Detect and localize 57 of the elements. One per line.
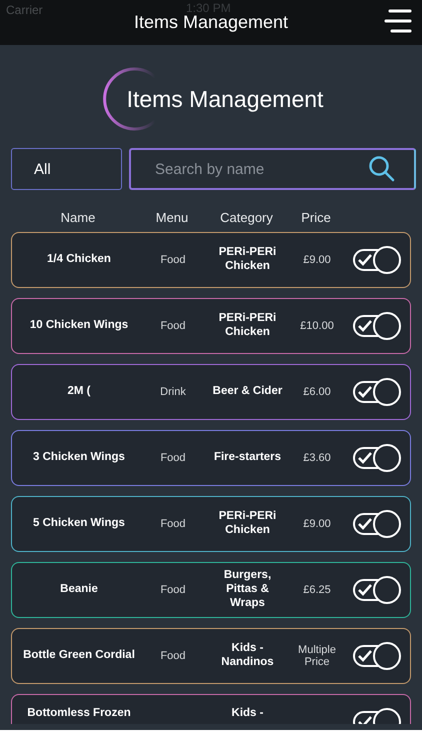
item-price: £6.25 — [302, 584, 332, 596]
toggle-switch[interactable] — [352, 641, 402, 671]
toggle-switch[interactable] — [352, 245, 402, 275]
item-menu: Drink — [146, 386, 200, 398]
item-name: 10 Chicken Wings — [28, 319, 130, 333]
item-category: Fire-starters — [212, 451, 282, 465]
item-price: £3.60 — [302, 452, 332, 464]
search-input[interactable]: Search by name — [153, 160, 368, 178]
column-header: Category — [219, 210, 274, 225]
page-title: Items Management — [126, 86, 324, 112]
item-menu: Food — [146, 320, 200, 332]
column-header: Price — [300, 210, 332, 225]
item-name: Bottle Green Cordial — [22, 649, 136, 663]
item-menu: Food — [146, 518, 200, 530]
item-name: Beanie — [59, 583, 99, 597]
item-row[interactable]: Bottomless Frozen Kids - — [11, 694, 411, 724]
toggle-switch[interactable] — [352, 311, 402, 341]
item-row[interactable]: 3 Chicken Wings Food Fire-starters £3.60 — [11, 430, 411, 486]
item-menu: Food — [146, 254, 200, 266]
item-name: 5 Chicken Wings — [32, 517, 126, 531]
search-icon[interactable] — [368, 155, 396, 183]
item-name: 1/4 Chicken — [46, 253, 112, 267]
item-name: 2M ( — [66, 385, 92, 399]
column-header: Name — [60, 210, 96, 225]
item-category: PERi-PERi Chicken — [218, 510, 278, 538]
toggle-switch[interactable] — [352, 377, 402, 407]
item-price: £10.00 — [299, 320, 335, 332]
item-price: £6.00 — [302, 386, 332, 398]
carrier-label: Carrier — [6, 3, 43, 17]
item-category: Burgers, Pittas & Wraps — [222, 569, 272, 611]
toggle-switch[interactable] — [352, 509, 402, 539]
search-field[interactable]: Search by name — [129, 148, 416, 190]
item-row[interactable]: Bottle Green Cordial Food Kids - Nandinos Multiple Price — [11, 628, 411, 684]
item-row[interactable]: Beanie Food Burgers, Pittas & Wraps £6.25 — [11, 562, 411, 618]
item-category: Beer & Cider — [212, 385, 284, 399]
column-header: Menu — [154, 210, 190, 225]
item-name: 3 Chicken Wings — [32, 451, 126, 465]
item-category: PERi-PERi Chicken — [218, 246, 278, 274]
toggle-switch[interactable] — [352, 443, 402, 473]
item-menu: Food — [146, 584, 200, 596]
menu-filter-dropdown[interactable]: All — [11, 148, 122, 190]
item-menu: Food — [146, 452, 200, 464]
item-category: Kids - Nandinos — [220, 642, 275, 670]
item-price: £9.00 — [302, 254, 332, 266]
item-category: Kids - — [230, 707, 264, 721]
toggle-switch[interactable] — [352, 574, 402, 605]
nav-title: Items Management — [134, 12, 288, 33]
menu-icon[interactable] — [384, 8, 412, 34]
item-row[interactable]: 10 Chicken Wings Food PERi-PERi Chicken £10.00 — [11, 298, 411, 354]
item-category: PERi-PERi Chicken — [218, 312, 278, 340]
item-row[interactable]: 5 Chicken Wings Food PERi-PERi Chicken £9.00 — [11, 496, 411, 552]
item-row[interactable]: 2M ( Drink Beer & Cider £6.00 — [11, 364, 411, 420]
item-row[interactable]: 1/4 Chicken Food PERi-PERi Chicken £9.00 — [11, 232, 411, 288]
item-price: £9.00 — [302, 518, 332, 530]
item-price: Multiple Price — [297, 644, 337, 668]
item-menu: Food — [146, 650, 200, 662]
item-name: Bottomless Frozen — [26, 707, 132, 721]
